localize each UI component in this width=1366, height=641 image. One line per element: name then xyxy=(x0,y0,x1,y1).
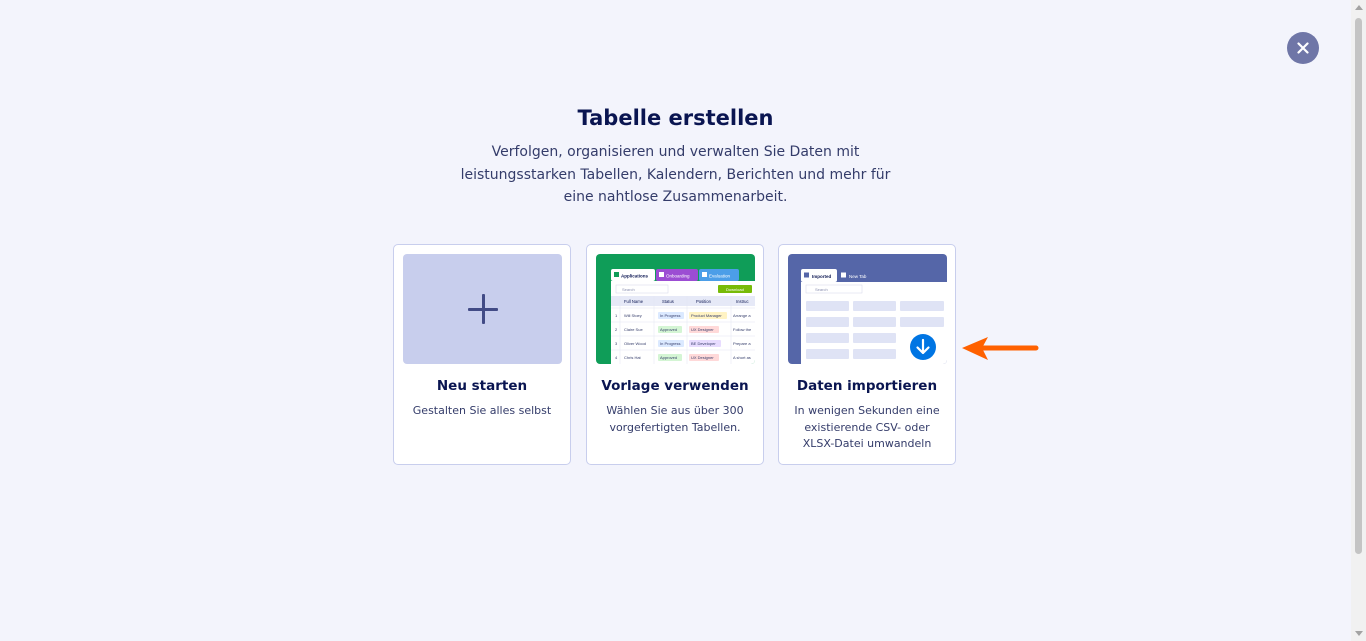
template-row-name: Will Stoey xyxy=(624,313,642,318)
template-thumbnail: Applications Onboarding Evaluation Searc… xyxy=(596,254,755,364)
import-search: Search xyxy=(815,287,828,292)
template-row-note: Follow the xyxy=(733,327,752,332)
import-preview-image: Imported New Tab Search xyxy=(788,254,947,364)
template-row-name: Chris Hat xyxy=(624,355,642,360)
template-col-header: Full Name xyxy=(624,299,644,304)
close-icon xyxy=(1297,42,1309,54)
start-from-scratch-thumbnail xyxy=(403,254,562,364)
template-row-note: Prepare a xyxy=(733,341,751,346)
template-preview-image: Applications Onboarding Evaluation Searc… xyxy=(596,254,755,364)
download-icon xyxy=(910,334,936,360)
template-col-header: Position xyxy=(696,299,712,304)
card-description: Wählen Sie aus über 300 vorgefertigten T… xyxy=(606,404,744,434)
template-row-status: Approved xyxy=(660,327,677,332)
scrollbar-thumb[interactable] xyxy=(1355,18,1362,554)
card-title: Daten importieren xyxy=(796,378,938,394)
template-tab-applications: Applications xyxy=(621,274,648,279)
template-row-note: A short as xyxy=(733,355,751,360)
template-row-position: UX Designer xyxy=(691,327,714,332)
scroll-down-icon[interactable] xyxy=(1355,631,1363,636)
template-row-position: BE Developer xyxy=(691,341,716,346)
card-description: Gestalten Sie alles selbst xyxy=(412,404,552,417)
use-template-card[interactable]: Applications Onboarding Evaluation Searc… xyxy=(586,244,764,465)
template-tab-onboarding: Onboarding xyxy=(666,274,690,279)
import-tab-imported: Imported xyxy=(812,274,832,279)
template-row-note: Arrange a xyxy=(733,313,751,318)
page-title: Tabelle erstellen xyxy=(577,106,774,130)
template-col-header: Status xyxy=(662,299,674,304)
import-tab-new: New Tab xyxy=(849,274,867,279)
template-row-status: Approved xyxy=(660,355,677,360)
close-button[interactable] xyxy=(1287,32,1319,64)
template-row-name: Claire Sue xyxy=(624,327,643,332)
template-col-header: Instruc xyxy=(736,299,749,304)
card-description: In wenigen Sekunden eine existierende CS… xyxy=(794,404,940,450)
template-row-status: In Progress xyxy=(660,341,680,346)
card-title: Vorlage verwenden xyxy=(601,378,749,394)
import-thumbnail: Imported New Tab Search xyxy=(788,254,947,364)
card-title: Neu starten xyxy=(436,378,528,394)
start-from-scratch-card[interactable]: Neu starten Gestalten Sie alles selbst xyxy=(393,244,571,465)
template-row-position: UX Designer xyxy=(691,355,714,360)
scrollbar[interactable] xyxy=(1351,0,1366,641)
template-download: Download xyxy=(726,287,744,292)
template-row-status: In Progress xyxy=(660,313,680,318)
scroll-up-icon[interactable] xyxy=(1355,5,1363,10)
template-row-name: Oliver Wood xyxy=(624,341,646,346)
pointer-arrow-icon xyxy=(962,337,1039,360)
plus-icon xyxy=(467,294,498,324)
import-data-card[interactable]: Imported New Tab Search Daten importiere… xyxy=(778,244,956,465)
template-search: Search xyxy=(622,287,635,292)
template-row-position: Product Manager xyxy=(691,313,722,318)
template-tab-evaluation: Evaluation xyxy=(709,274,731,279)
page-subtitle: Verfolgen, organisieren und verwalten Si… xyxy=(460,144,891,205)
